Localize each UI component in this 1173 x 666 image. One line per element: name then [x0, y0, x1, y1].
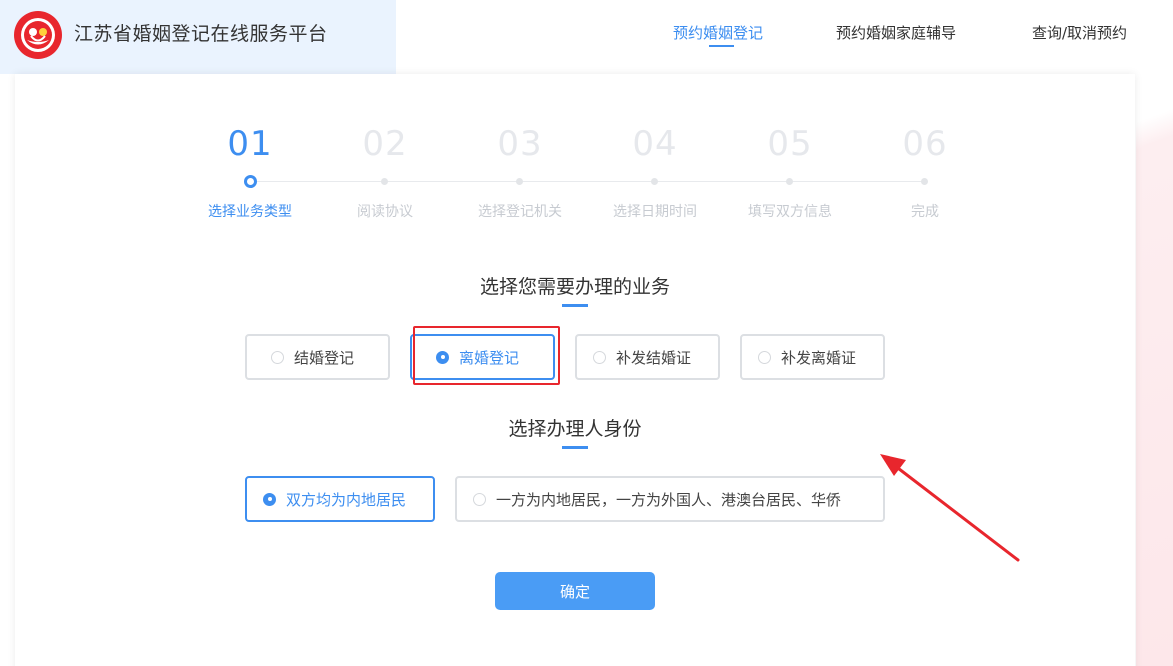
option-label: 补发结婚证	[616, 348, 692, 367]
business-section-title: 选择您需要办理的业务	[479, 276, 670, 298]
step-5: 05 填写双方信息	[720, 124, 860, 220]
step-3-dot	[516, 178, 523, 185]
option-label: 补发离婚证	[781, 348, 857, 367]
nav-family-counseling[interactable]: 预约婚姻家庭辅导	[836, 22, 956, 44]
step-label: 填写双方信息	[748, 204, 832, 220]
step-4-dot	[651, 178, 658, 185]
radio-icon[interactable]	[758, 350, 771, 364]
option-marriage-registration[interactable]: 结婚登记	[245, 334, 390, 380]
option-reissue-marriage-certificate[interactable]: 补发结婚证	[575, 334, 720, 380]
step-number: 05	[767, 124, 813, 164]
step-number: 04	[632, 124, 678, 164]
step-label: 选择日期时间	[613, 204, 697, 220]
identity-section-title: 选择办理人身份	[508, 418, 642, 440]
step-6-dot	[921, 178, 928, 185]
radio-icon[interactable]	[593, 350, 606, 364]
step-6: 06 完成	[855, 124, 995, 220]
site-logo[interactable]	[14, 11, 62, 59]
step-label: 阅读协议	[357, 204, 413, 220]
step-1-dot	[244, 175, 257, 188]
business-title-underline	[562, 304, 588, 307]
step-number: 06	[902, 124, 948, 164]
annotation-highlight-box	[413, 326, 560, 385]
site-title[interactable]: 江苏省婚姻登记在线服务平台	[74, 20, 328, 48]
radio-icon[interactable]	[473, 492, 486, 506]
annotation-arrow-icon	[880, 454, 1020, 562]
step-4: 04 选择日期时间	[585, 124, 725, 220]
option-label: 结婚登记	[294, 348, 355, 367]
step-number: 02	[362, 124, 408, 164]
confirm-button[interactable]: 确定	[495, 572, 655, 610]
step-3: 03 选择登记机关	[450, 124, 590, 220]
step-5-dot	[786, 178, 793, 185]
logo-emblem-icon	[21, 18, 55, 52]
identity-title-underline	[562, 446, 588, 449]
step-progress-line	[257, 181, 925, 182]
right-decoration	[1136, 0, 1173, 666]
radio-checked-icon[interactable]	[263, 492, 276, 506]
step-label: 选择登记机关	[478, 204, 562, 220]
option-both-mainland-residents[interactable]: 双方均为内地居民	[245, 476, 435, 522]
option-reissue-divorce-certificate[interactable]: 补发离婚证	[740, 334, 885, 380]
nav-marriage-appointment[interactable]: 预约婚姻登记	[673, 22, 763, 44]
nav-query-cancel[interactable]: 查询/取消预约	[1032, 22, 1127, 44]
step-2: 02 阅读协议	[315, 124, 455, 220]
option-label: 双方均为内地居民	[286, 490, 407, 509]
step-2-dot	[381, 178, 388, 185]
option-label: 一方为内地居民，一方为外国人、港澳台居民、华侨	[496, 490, 842, 509]
step-1: 01 选择业务类型	[180, 124, 320, 220]
nav-active-underline	[709, 45, 734, 47]
main-card: 01 选择业务类型 02 阅读协议 03 选择登记机关 04 选择日期时间 05…	[15, 74, 1135, 666]
option-one-foreign-resident[interactable]: 一方为内地居民，一方为外国人、港澳台居民、华侨	[455, 476, 885, 522]
header: 江苏省婚姻登记在线服务平台 预约婚姻登记 预约婚姻家庭辅导 查询/取消预约	[0, 0, 1173, 74]
step-label: 选择业务类型	[208, 204, 292, 220]
radio-icon[interactable]	[271, 350, 284, 364]
step-number: 01	[227, 124, 273, 164]
step-label: 完成	[911, 204, 939, 220]
step-number: 03	[497, 124, 543, 164]
